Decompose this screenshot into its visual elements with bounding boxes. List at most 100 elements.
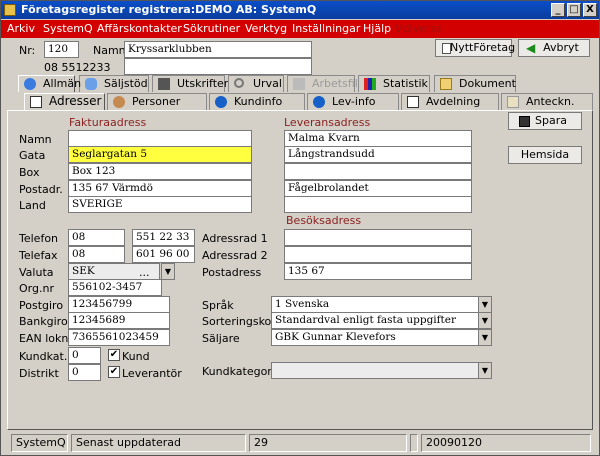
valuta-dropdown-button[interactable]: ▼	[161, 263, 175, 280]
postadress-label: Postadress	[202, 266, 262, 279]
telefax-label: Telefax	[19, 249, 58, 262]
minimize-button[interactable]: _	[551, 3, 565, 17]
adressrad2-label: Adressrad 2	[202, 249, 268, 262]
besoksadress-heading: Besöksadress	[286, 214, 362, 227]
lev-namn-field[interactable]: Malma Kvarn	[284, 130, 472, 147]
homepage-button[interactable]: Hemsida	[508, 146, 582, 164]
menu-vdiverse[interactable]: Vdiverse	[395, 20, 443, 38]
handshake-icon	[85, 78, 97, 90]
tab-saljstod[interactable]: Säljstöd	[79, 75, 149, 92]
sprak-dropdown-button[interactable]: ▼	[478, 296, 492, 313]
header-extra-field[interactable]	[124, 58, 312, 75]
tab-utskrifter[interactable]: Utskrifter	[152, 75, 228, 92]
saljare-select[interactable]: GBK Gunnar Klevefors	[271, 329, 479, 346]
kundkat-label: Kundkat.	[19, 350, 68, 363]
postgiro-field[interactable]: 123456799	[68, 296, 170, 313]
person-icon	[113, 96, 125, 108]
chevron-down-icon: ▼	[481, 300, 489, 309]
bankgiro-field[interactable]: 12345689	[68, 312, 170, 329]
status-app: SystemQ	[11, 434, 68, 452]
tab-dokument[interactable]: Dokument	[434, 75, 516, 92]
kund-checkbox[interactable]: ✔	[108, 349, 120, 361]
telefon-area-field[interactable]: 08	[68, 229, 125, 246]
sorteringskod-label: Sorteringskod	[202, 315, 279, 328]
valuta-more-button[interactable]: ...	[139, 266, 150, 279]
menu-systemq[interactable]: SystemQ	[43, 20, 93, 38]
window-title: Företagsregister registrera:DEMO AB: Sys…	[21, 3, 317, 16]
menu-installningar[interactable]: Inställningar	[292, 20, 360, 38]
kund-label: Kund	[122, 350, 150, 363]
sorteringskod-dropdown-button[interactable]: ▼	[478, 312, 492, 329]
menu-bar: Arkiv SystemQ Affärskontakter Sökrutiner…	[1, 20, 599, 38]
menu-hjalp[interactable]: Hjälp	[363, 20, 391, 38]
ean-field[interactable]: 7365561023459	[68, 329, 170, 346]
nr-field[interactable]: 120	[44, 41, 79, 58]
status-number: 29	[249, 434, 407, 452]
tab-personer[interactable]: Personer	[107, 93, 207, 110]
tab-adresser[interactable]: Adresser	[24, 93, 105, 110]
leverantor-checkbox[interactable]: ✔	[108, 366, 120, 378]
house-icon	[30, 96, 42, 108]
chevron-down-icon: ▼	[481, 333, 489, 342]
tab-kundinfo[interactable]: Kundinfo	[209, 93, 305, 110]
lev-postadr-field[interactable]: Fågelbrolandet	[284, 180, 472, 197]
valuta-label: Valuta	[19, 266, 54, 279]
tab-arbetsfil[interactable]: Arbetsfil	[287, 75, 358, 92]
lev-land-field[interactable]	[284, 196, 472, 213]
distrikt-label: Distrikt	[19, 367, 59, 380]
tab-anteckn[interactable]: Anteckn.	[501, 93, 593, 110]
faktura-postadr-field[interactable]: 135 67 Värmdö	[68, 180, 252, 197]
cancel-button[interactable]: ◀ Avbryt	[518, 39, 590, 57]
title-bar: Företagsregister registrera:DEMO AB: Sys…	[1, 1, 599, 19]
bankgiro-label: Bankgiro	[19, 315, 68, 328]
faktura-land-field[interactable]: SVERIGE	[68, 196, 252, 213]
faktura-namn-field[interactable]	[68, 130, 252, 147]
kundkategori-select[interactable]	[271, 362, 479, 379]
menu-arkiv[interactable]: Arkiv	[7, 20, 35, 38]
house-icon	[407, 96, 419, 108]
sprak-label: Språk	[202, 299, 234, 312]
menu-verktyg[interactable]: Verktyg	[245, 20, 287, 38]
company-name-field[interactable]: Kryssarklubben	[124, 41, 312, 58]
tab-statistik[interactable]: Statistik	[358, 75, 430, 92]
app-icon	[4, 4, 16, 16]
saljare-dropdown-button[interactable]: ▼	[478, 329, 492, 346]
tab-allman[interactable]: Allmän	[18, 75, 81, 92]
telefax-area-field[interactable]: 08	[68, 246, 125, 263]
adressrad1-field[interactable]	[284, 229, 472, 246]
close-button[interactable]: X	[583, 3, 597, 17]
telefon-number-field[interactable]: 551 22 33	[132, 229, 195, 246]
info-icon	[313, 96, 325, 108]
tab-lev-info[interactable]: Lev-info	[307, 93, 399, 110]
distrikt-field[interactable]: 0	[68, 364, 101, 381]
leveransadress-heading: Leveransadress	[284, 116, 371, 129]
faktura-gata-field[interactable]: Seglargatan 5	[68, 146, 252, 163]
adressrad2-field[interactable]	[284, 246, 472, 263]
orgnr-field[interactable]: 556102-3457	[68, 279, 162, 296]
lev-gata-field[interactable]: Långstrandsudd	[284, 146, 472, 163]
arrow-left-icon: ◀	[526, 41, 536, 55]
folder-icon	[293, 78, 305, 90]
lev-box-field[interactable]	[284, 163, 472, 180]
status-spacer	[410, 434, 418, 452]
sorteringskod-select[interactable]: Standardval enligt fasta uppgifter	[271, 312, 479, 329]
menu-affarskontakter[interactable]: Affärskontakter	[97, 20, 182, 38]
new-company-button[interactable]: NyttFöretag	[435, 39, 515, 57]
land-label: Land	[19, 199, 46, 212]
orgnr-label: Org.nr	[19, 282, 54, 295]
save-button[interactable]: Spara	[508, 112, 582, 130]
kundkat-field[interactable]: 0	[68, 347, 101, 364]
faktura-box-field[interactable]: Box 123	[68, 163, 252, 180]
leverantor-label: Leverantör	[122, 367, 182, 380]
sprak-select[interactable]: 1 Svenska	[271, 296, 479, 313]
kundkategori-dropdown-button[interactable]: ▼	[478, 362, 492, 379]
postadress-field[interactable]: 135 67	[284, 263, 472, 280]
tab-urval[interactable]: Urval	[228, 75, 284, 92]
menu-sokrutiner[interactable]: Sökrutiner	[183, 20, 240, 38]
chevron-down-icon: ▼	[481, 316, 489, 325]
telefax-number-field[interactable]: 601 96 00	[132, 246, 195, 263]
maximize-button[interactable]: □	[567, 3, 581, 17]
tab-avdelning[interactable]: Avdelning	[401, 93, 499, 110]
namn-field-label: Namn	[19, 133, 52, 146]
chevron-down-icon: ▼	[481, 366, 489, 375]
